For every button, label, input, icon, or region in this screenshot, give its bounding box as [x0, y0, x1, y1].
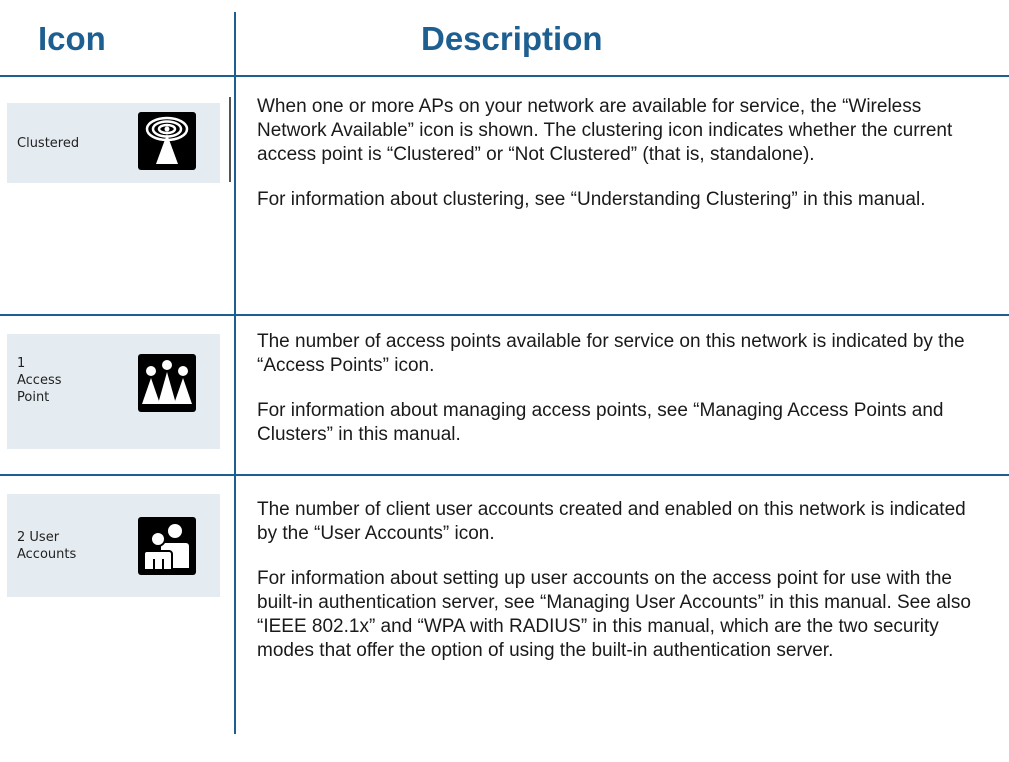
wireless-cluster-icon — [138, 112, 196, 170]
icon-label: 2 User Accounts — [17, 530, 77, 562]
description-paragraph: When one or more APs on your network are… — [257, 96, 953, 165]
icon-label: 1 Access Point — [17, 356, 62, 405]
icon-label: Clustered — [17, 136, 80, 151]
row-marker — [229, 97, 231, 182]
description-user-accounts: The number of client user accounts creat… — [257, 498, 987, 684]
description-paragraph: For information about setting up user ac… — [257, 568, 971, 661]
icon-cell-user-accounts: 2 User Accounts — [7, 494, 220, 597]
description-column-header: Description — [421, 20, 603, 57]
access-points-icon — [138, 354, 196, 412]
description-clustered: When one or more APs on your network are… — [257, 95, 987, 233]
row-divider — [0, 314, 1009, 316]
description-paragraph: For information about clustering, see “U… — [257, 189, 926, 210]
description-paragraph: For information about managing access po… — [257, 400, 944, 445]
row-divider — [0, 474, 1009, 476]
icon-column-header: Icon — [38, 20, 106, 57]
header-divider — [0, 75, 1009, 77]
column-divider — [234, 12, 236, 734]
icon-cell-access-points: 1 Access Point — [7, 334, 220, 449]
description-paragraph: The number of client user accounts creat… — [257, 499, 966, 544]
icon-cell-clustered: Clustered — [7, 103, 220, 183]
user-accounts-icon — [138, 517, 196, 575]
description-paragraph: The number of access points available fo… — [257, 331, 965, 376]
description-access-points: The number of access points available fo… — [257, 330, 987, 468]
